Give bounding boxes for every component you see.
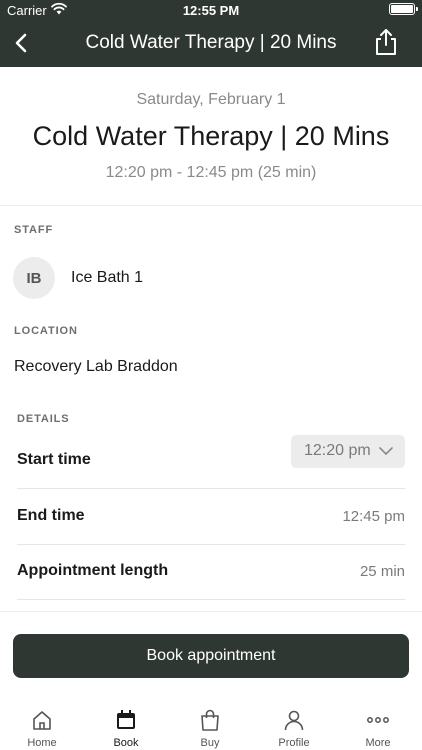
profile-icon: [284, 710, 304, 731]
tab-label: More: [365, 737, 391, 749]
staff-avatar: IB: [13, 257, 55, 299]
calendar-icon: [117, 710, 135, 729]
end-time-label: End time: [17, 507, 85, 524]
start-time-row: Start time 12:20 pm: [17, 433, 405, 489]
end-time-row: End time 12:45 pm: [17, 489, 405, 545]
chevron-left-icon[interactable]: [8, 29, 36, 57]
appointment-title: Cold Water Therapy | 20 Mins: [32, 121, 390, 151]
location-section-label: LOCATION: [14, 325, 78, 337]
divider: [0, 611, 422, 612]
status-bar: Carrier 12:55 PM: [0, 0, 422, 20]
appointment-time-range: 12:20 pm - 12:45 pm (25 min): [105, 164, 317, 181]
appointment-length-label: Appointment length: [17, 562, 169, 579]
tab-label: Book: [113, 737, 139, 749]
tab-label: Buy: [200, 737, 220, 749]
book-appointment-button[interactable]: Book appointment: [13, 634, 409, 678]
more-icon: [367, 717, 389, 723]
details-section-label: DETAILS: [17, 413, 70, 425]
start-time-label: Start time: [17, 451, 91, 468]
location-name: Recovery Lab Braddon: [14, 358, 178, 375]
divider: [0, 205, 422, 206]
battery-icon: [389, 3, 418, 15]
tab-profile[interactable]: Profile: [252, 700, 336, 750]
appointment-date: Saturday, February 1: [136, 91, 286, 108]
tab-buy[interactable]: Buy: [168, 700, 252, 750]
status-time: 12:55 PM: [182, 3, 240, 18]
tab-more[interactable]: More: [336, 700, 420, 750]
shopping-bag-icon: [201, 709, 219, 731]
staff-section-label: STAFF: [14, 224, 54, 236]
screen: Carrier 12:55 PM Cold Water Therapy | 20…: [0, 0, 422, 750]
tab-label: Home: [27, 737, 57, 749]
appointment-length-value: 25 min: [359, 563, 405, 580]
nav-title: Cold Water Therapy | 20 Mins: [85, 32, 337, 53]
top-bar: Carrier 12:55 PM Cold Water Therapy | 20…: [0, 0, 422, 67]
navigation-bar: Cold Water Therapy | 20 Mins: [0, 20, 422, 67]
home-icon: [33, 711, 51, 730]
tab-label: Profile: [278, 737, 310, 749]
start-time-value: 12:20 pm: [304, 442, 371, 459]
start-time-picker[interactable]: 12:20 pm: [291, 435, 405, 468]
share-icon[interactable]: [372, 27, 400, 57]
staff-name: Ice Bath 1: [71, 269, 144, 286]
tab-bar: Home Book Buy Profile More: [0, 700, 422, 750]
chevron-down-icon: [379, 447, 393, 455]
tab-home[interactable]: Home: [0, 700, 84, 750]
appointment-length-row: Appointment length 25 min: [17, 544, 405, 600]
end-time-value: 12:45 pm: [342, 508, 405, 525]
tab-book[interactable]: Book: [84, 700, 168, 750]
